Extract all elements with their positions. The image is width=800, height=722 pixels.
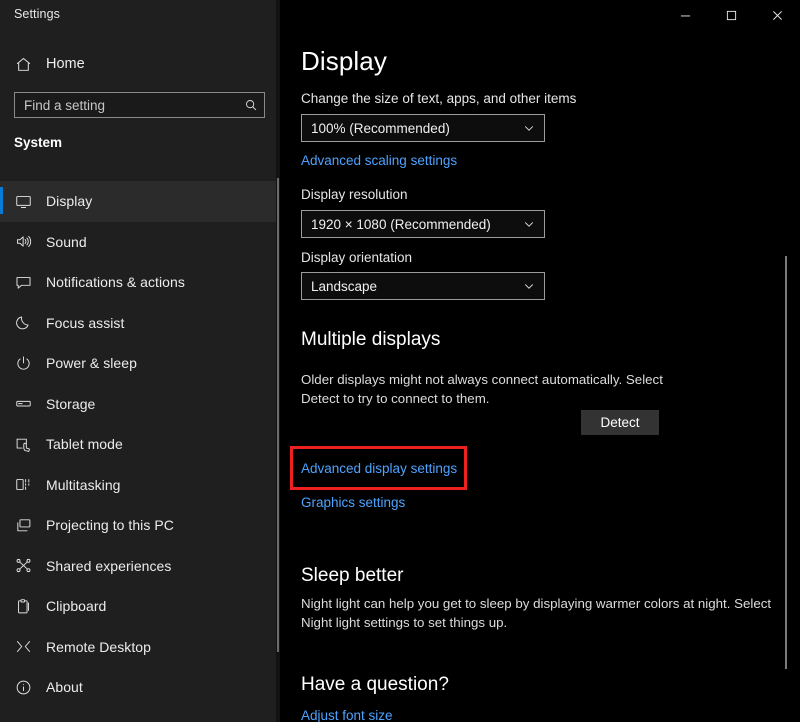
sidebar-item-label: Power & sleep: [46, 355, 137, 371]
sidebar-item-label: Clipboard: [46, 598, 106, 614]
info-icon: [0, 679, 46, 696]
share-nodes-icon: [0, 557, 46, 574]
scale-label: Change the size of text, apps, and other…: [301, 91, 576, 106]
multitask-icon: [0, 476, 46, 493]
search-icon[interactable]: [238, 98, 264, 112]
orientation-dropdown-value: Landscape: [302, 279, 514, 294]
monitor-icon: [0, 193, 46, 210]
chevron-down-icon: [514, 122, 544, 134]
chevron-down-icon: [514, 218, 544, 230]
detect-button[interactable]: Detect: [581, 410, 659, 435]
adjust-font-size-link[interactable]: Adjust font size: [301, 708, 393, 722]
main-pane: Display Change the size of text, apps, a…: [280, 0, 800, 722]
scale-dropdown[interactable]: 100% (Recommended): [301, 114, 545, 142]
moon-icon: [0, 314, 46, 331]
sidebar: Settings Home System Display Sound Notific…: [0, 0, 280, 722]
sidebar-item-label: About: [46, 679, 83, 695]
minimize-button[interactable]: [662, 0, 708, 30]
sidebar-item-label: Display: [46, 193, 92, 209]
multiple-displays-description: Older displays might not always connect …: [301, 370, 691, 408]
power-icon: [0, 355, 46, 372]
sidebar-item-notifications-actions[interactable]: Notifications & actions: [0, 262, 280, 303]
scale-dropdown-value: 100% (Recommended): [302, 121, 514, 136]
search-input[interactable]: [15, 93, 238, 117]
sidebar-item-remote-desktop[interactable]: Remote Desktop: [0, 627, 280, 668]
have-a-question-heading: Have a question?: [301, 674, 449, 696]
drive-icon: [0, 395, 46, 412]
orientation-label: Display orientation: [301, 250, 412, 265]
sidebar-item-label: Remote Desktop: [46, 639, 151, 655]
sidebar-item-label: Projecting to this PC: [46, 517, 174, 533]
chevron-down-icon: [514, 280, 544, 292]
speaker-icon: [0, 233, 46, 250]
sidebar-item-label: Tablet mode: [46, 436, 123, 452]
sidebar-item-label: Storage: [46, 396, 95, 412]
sidebar-item-clipboard[interactable]: Clipboard: [0, 586, 280, 627]
remote-desktop-icon: [0, 638, 46, 655]
sidebar-item-label: Focus assist: [46, 315, 124, 331]
sidebar-item-label: Multitasking: [46, 477, 121, 493]
advanced-display-settings-link[interactable]: Advanced display settings: [301, 461, 457, 476]
sidebar-item-home[interactable]: Home: [0, 46, 280, 82]
resolution-label: Display resolution: [301, 187, 408, 202]
project-icon: [0, 517, 46, 534]
window-controls: [662, 0, 800, 30]
main-scrollbar-thumb[interactable]: [785, 256, 787, 669]
orientation-dropdown[interactable]: Landscape: [301, 272, 545, 300]
multiple-displays-heading: Multiple displays: [301, 329, 440, 351]
chat-icon: [0, 274, 46, 291]
sidebar-item-label: Sound: [46, 234, 87, 250]
resolution-dropdown-value: 1920 × 1080 (Recommended): [302, 217, 514, 232]
advanced-scaling-settings-link[interactable]: Advanced scaling settings: [301, 153, 457, 168]
sidebar-item-home-label: Home: [46, 56, 85, 72]
sleep-better-heading: Sleep better: [301, 565, 403, 587]
clipboard-icon: [0, 598, 46, 615]
sidebar-item-sound[interactable]: Sound: [0, 222, 280, 263]
graphics-settings-link[interactable]: Graphics settings: [301, 495, 405, 510]
sidebar-item-projecting-to-this-pc[interactable]: Projecting to this PC: [0, 505, 280, 546]
sidebar-item-label: Shared experiences: [46, 558, 171, 574]
search-box[interactable]: [14, 92, 265, 118]
sidebar-item-multitasking[interactable]: Multitasking: [0, 465, 280, 506]
sidebar-group-heading: System: [14, 135, 62, 150]
home-icon: [0, 56, 46, 73]
settings-window: Settings Home System Display Sound Notific…: [0, 0, 800, 722]
sidebar-item-shared-experiences[interactable]: Shared experiences: [0, 546, 280, 587]
page-title: Display: [301, 46, 387, 77]
sidebar-item-tablet-mode[interactable]: Tablet mode: [0, 424, 280, 465]
sidebar-item-focus-assist[interactable]: Focus assist: [0, 303, 280, 344]
sidebar-item-storage[interactable]: Storage: [0, 384, 280, 425]
sidebar-item-power-sleep[interactable]: Power & sleep: [0, 343, 280, 384]
sidebar-scrollbar-thumb[interactable]: [277, 178, 279, 652]
close-button[interactable]: [754, 0, 800, 30]
app-title: Settings: [14, 7, 60, 21]
resolution-dropdown[interactable]: 1920 × 1080 (Recommended): [301, 210, 545, 238]
tablet-touch-icon: [0, 436, 46, 453]
sleep-better-description: Night light can help you get to sleep by…: [301, 594, 779, 632]
maximize-button[interactable]: [708, 0, 754, 30]
sidebar-item-label: Notifications & actions: [46, 274, 185, 290]
sidebar-item-about[interactable]: About: [0, 667, 280, 708]
sidebar-item-display[interactable]: Display: [0, 181, 280, 222]
sidebar-nav-list: Display Sound Notifications & actions Focus…: [0, 181, 280, 708]
